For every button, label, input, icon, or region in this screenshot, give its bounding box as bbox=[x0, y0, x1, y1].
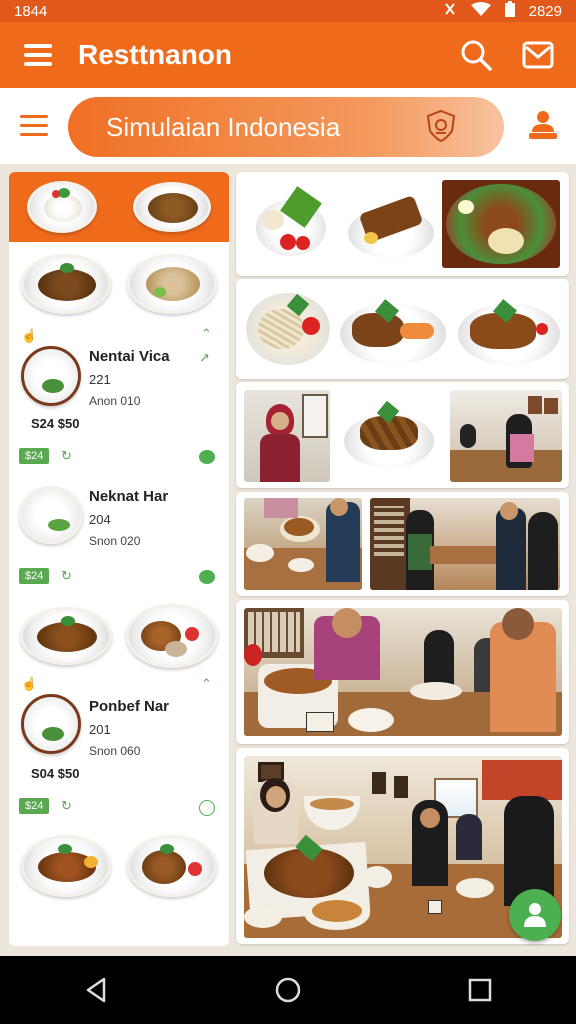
search-row: Simulaian Indonesia bbox=[0, 88, 576, 164]
gallery-photo[interactable] bbox=[456, 289, 562, 371]
dish-image[interactable] bbox=[133, 182, 211, 232]
gallery-photo[interactable] bbox=[244, 390, 330, 482]
price-badge: $24 bbox=[19, 568, 50, 584]
status-right-text: 2829 bbox=[528, 2, 562, 20]
refresh-icon[interactable]: ↻ bbox=[61, 568, 72, 584]
item-price: S04 $50 bbox=[31, 766, 80, 781]
person-icon bbox=[529, 111, 557, 139]
featured-strip bbox=[9, 172, 229, 242]
fab-button[interactable] bbox=[509, 889, 561, 941]
hand-icon: ☝ bbox=[21, 328, 38, 343]
item-sub: Snon 060 bbox=[89, 744, 141, 758]
gallery-card bbox=[236, 600, 569, 744]
dish-image[interactable] bbox=[21, 254, 111, 314]
item-number: 221 bbox=[89, 372, 111, 387]
dish-image[interactable] bbox=[127, 254, 217, 314]
item-name: Nentai Vica bbox=[89, 348, 170, 365]
search-icon bbox=[461, 40, 492, 71]
trend-icon: ↗ bbox=[199, 350, 210, 365]
gallery-photo[interactable] bbox=[338, 289, 448, 371]
item-price: S24 $50 bbox=[31, 416, 80, 431]
gallery-photo[interactable] bbox=[244, 498, 362, 590]
search-bar[interactable]: Simulaian Indonesia bbox=[68, 97, 504, 157]
wifi-icon bbox=[470, 2, 491, 20]
dish-row bbox=[9, 242, 229, 326]
dish-row bbox=[9, 826, 229, 906]
dish-image[interactable] bbox=[127, 835, 217, 897]
empty-circle-icon[interactable] bbox=[199, 800, 215, 816]
refresh-icon[interactable]: ↻ bbox=[61, 798, 72, 814]
dish-image[interactable] bbox=[20, 607, 112, 665]
item-footer: $24 ↻ bbox=[9, 566, 229, 596]
dish-image[interactable] bbox=[27, 181, 97, 233]
dish-image[interactable] bbox=[21, 346, 81, 406]
dish-list-panel: ☝ ⌃ Nentai Vica ↗ 221 Anon 010 S24 $50 $… bbox=[9, 172, 229, 946]
app-bar: Resttnanon bbox=[0, 22, 576, 88]
gallery-card bbox=[236, 279, 569, 379]
dish-image[interactable] bbox=[126, 604, 218, 668]
mail-button[interactable] bbox=[516, 33, 560, 77]
list-item[interactable]: Neknat Har 204 Snon 020 bbox=[9, 476, 229, 566]
item-number: 201 bbox=[89, 722, 111, 737]
profile-button[interactable] bbox=[526, 108, 560, 147]
gallery-photo[interactable] bbox=[246, 182, 336, 266]
back-button[interactable] bbox=[66, 960, 126, 1020]
vibrate-icon bbox=[443, 2, 457, 20]
menu-button[interactable] bbox=[16, 33, 60, 77]
hand-icon: ☝ bbox=[21, 676, 38, 691]
price-badge: $24 bbox=[19, 448, 50, 464]
dish-image[interactable] bbox=[19, 486, 83, 544]
gallery-photo[interactable] bbox=[244, 608, 562, 736]
list-item[interactable]: ☝ ⌃ Nentai Vica ↗ 221 Anon 010 S24 $50 bbox=[9, 326, 229, 446]
recents-button[interactable] bbox=[450, 960, 510, 1020]
gallery-photo[interactable] bbox=[342, 396, 436, 474]
item-sub: Anon 010 bbox=[89, 394, 141, 408]
item-footer: $24 ↻ bbox=[9, 446, 229, 476]
home-icon bbox=[275, 977, 301, 1003]
gallery-card bbox=[236, 492, 569, 596]
gallery-photo[interactable] bbox=[370, 498, 560, 590]
gallery-photo[interactable] bbox=[344, 182, 438, 266]
item-sub: Snon 020 bbox=[89, 534, 141, 548]
gallery-card bbox=[236, 172, 569, 276]
recents-icon bbox=[468, 978, 492, 1002]
shield-icon[interactable] bbox=[424, 109, 458, 150]
search-button[interactable] bbox=[454, 33, 498, 77]
status-time: 1844 bbox=[14, 2, 48, 20]
system-nav-bar bbox=[0, 956, 576, 1024]
refresh-icon[interactable]: ↻ bbox=[61, 448, 72, 464]
photo-gallery bbox=[236, 172, 569, 948]
dish-row bbox=[9, 596, 229, 676]
gallery-card bbox=[236, 382, 569, 488]
chevron-up-icon[interactable]: ⌃ bbox=[201, 676, 212, 692]
leaf-icon[interactable] bbox=[199, 570, 215, 584]
app-title: Resttnanon bbox=[78, 39, 232, 70]
menu-icon bbox=[24, 44, 52, 66]
home-button[interactable] bbox=[258, 960, 318, 1020]
item-footer: $24 ↻ bbox=[9, 796, 229, 826]
item-number: 204 bbox=[89, 512, 111, 527]
leaf-icon[interactable] bbox=[199, 450, 215, 464]
price-badge: $24 bbox=[19, 798, 50, 814]
battery-icon bbox=[504, 1, 515, 21]
back-icon bbox=[86, 977, 106, 1003]
mail-icon bbox=[522, 41, 554, 69]
gallery-photo[interactable] bbox=[244, 287, 332, 371]
person-icon bbox=[524, 903, 546, 927]
dish-image[interactable] bbox=[21, 835, 111, 897]
dish-image[interactable] bbox=[21, 694, 81, 754]
gallery-photo[interactable] bbox=[442, 180, 560, 268]
hamburger-button[interactable] bbox=[12, 104, 56, 148]
search-text: Simulaian Indonesia bbox=[106, 111, 341, 142]
gallery-photo[interactable] bbox=[450, 390, 562, 482]
list-item[interactable]: ☝ ⌃ Ponbef Nar 201 Snon 060 S04 $50 bbox=[9, 676, 229, 796]
hamburger-icon bbox=[20, 115, 48, 136]
chevron-up-icon[interactable]: ⌃ bbox=[201, 326, 212, 342]
item-name: Ponbef Nar bbox=[89, 698, 170, 715]
item-name: Neknat Har bbox=[89, 488, 169, 505]
status-bar: 1844 2829 bbox=[0, 0, 576, 22]
